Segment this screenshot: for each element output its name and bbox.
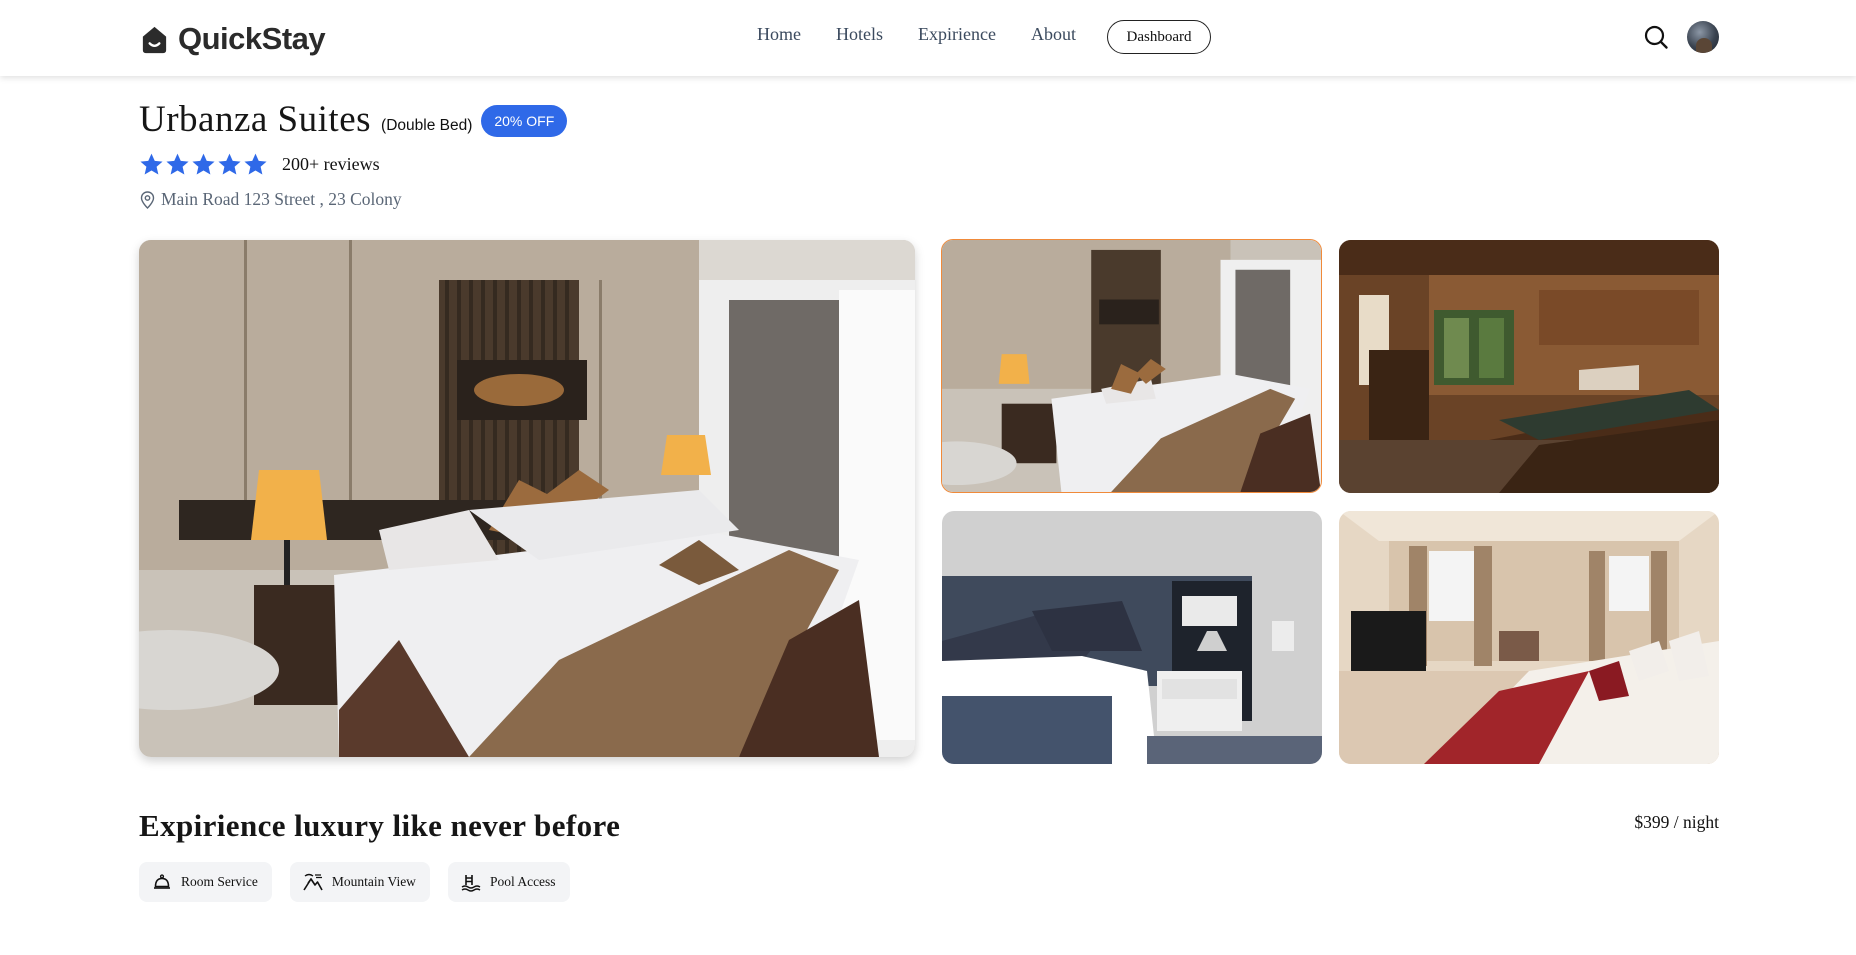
search-icon[interactable] [1643, 24, 1669, 50]
room-thumb-2[interactable] [1339, 240, 1719, 493]
navbar: QuickStay Home Hotels Expirience About D… [0, 0, 1856, 76]
room-service-icon [154, 874, 170, 889]
star-rating [139, 152, 268, 177]
star-icon [140, 153, 163, 175]
amenity-room-service: Room Service [139, 862, 272, 902]
nav-link-home[interactable]: Home [757, 24, 801, 45]
room-thumb-4[interactable] [1339, 511, 1719, 764]
hotel-title-row: Urbanza Suites (Double Bed) 20% OFF [139, 98, 568, 141]
nav-links: Home Hotels Expirience About [757, 24, 1076, 45]
star-icon [218, 153, 241, 175]
amenity-label: Mountain View [331, 874, 416, 889]
hotel-address: Main Road 123 Street , 23 Colony [161, 189, 402, 209]
dashboard-button[interactable]: Dashboard [1107, 20, 1211, 54]
amenity-label: Pool Access [489, 874, 556, 889]
review-count: 200+ reviews [282, 154, 380, 174]
mountain-view-icon [303, 873, 323, 891]
amenity-pool-access: Pool Access [447, 862, 570, 902]
rating-row: 200+ reviews [139, 152, 380, 177]
nav-link-hotels[interactable]: Hotels [836, 24, 883, 45]
star-icon [192, 153, 215, 175]
brand-name: QuickStay [178, 21, 326, 56]
discount-badge: 20% OFF [481, 104, 568, 137]
address-row: Main Road 123 Street , 23 Colony [140, 189, 402, 210]
amenity-label: Room Service [181, 874, 258, 889]
star-icon [166, 153, 189, 175]
star-icon [244, 153, 267, 175]
tagline: Expirience luxury like never before [139, 808, 621, 843]
brand-logo[interactable]: QuickStay [139, 21, 326, 57]
house-logo-icon [142, 26, 167, 53]
amenities-list: Room Service Mountain View Pool Access [139, 862, 570, 902]
main-room-photo [139, 240, 915, 757]
nav-link-about[interactable]: About [1031, 24, 1076, 45]
price-per-night: $399 / night [1634, 812, 1719, 832]
pool-access-icon [461, 875, 481, 892]
amenity-mountain-view: Mountain View [289, 862, 430, 902]
room-thumb-3[interactable] [942, 511, 1322, 764]
room-thumb-1[interactable] [941, 239, 1322, 493]
hotel-name: Urbanza Suites [139, 99, 372, 140]
user-avatar[interactable] [1687, 21, 1719, 53]
location-pin-icon [140, 190, 155, 209]
room-type: (Double Bed) [381, 116, 473, 134]
nav-link-expirience[interactable]: Expirience [918, 24, 996, 45]
